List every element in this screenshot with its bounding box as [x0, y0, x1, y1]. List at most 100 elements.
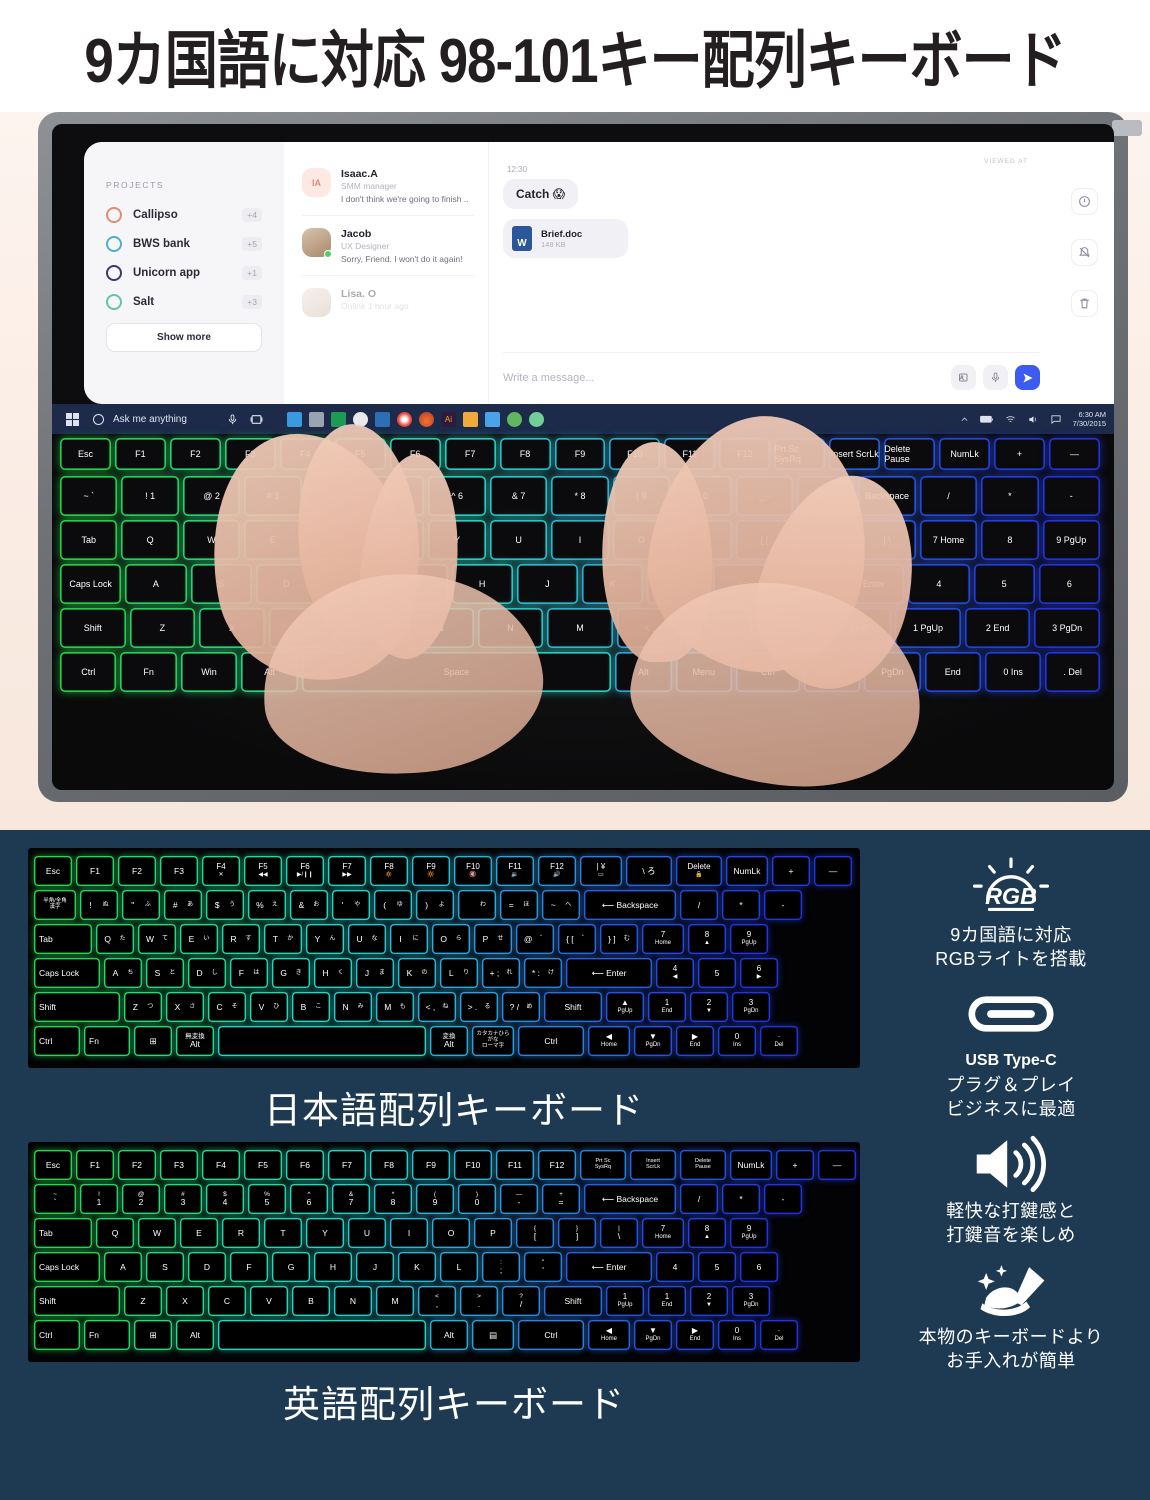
keyboard-key[interactable]: " ふ	[122, 890, 160, 920]
app-icon[interactable]	[308, 411, 324, 427]
keyboard-key[interactable]: ^ 6	[428, 476, 486, 516]
keyboard-key[interactable]: >.	[460, 1286, 498, 1316]
keyboard-key[interactable]: *	[722, 890, 760, 920]
project-item[interactable]: BWS bank +5	[106, 236, 262, 252]
keyboard-key[interactable]: F2	[169, 438, 221, 470]
keyboard-key[interactable]: F4	[202, 1150, 240, 1180]
keyboard-key[interactable]: F7	[444, 438, 496, 470]
keyboard-key[interactable]: _ -	[735, 476, 793, 516]
keyboard-key[interactable]: ▶ End	[676, 1320, 714, 1350]
keyboard-key[interactable]: F12	[538, 1150, 576, 1180]
keyboard-key[interactable]: R	[222, 1218, 260, 1248]
keyboard-key[interactable]: Ctrl	[518, 1320, 584, 1350]
keyboard-key[interactable]: H	[314, 1252, 352, 1282]
keyboard-key[interactable]: Pせ	[474, 924, 512, 954]
keyboard-key[interactable]: Fは	[230, 958, 268, 988]
microphone-icon[interactable]	[983, 365, 1008, 390]
keyboard-key[interactable]: Hく	[314, 958, 352, 988]
keyboard-key[interactable]: I	[390, 1218, 428, 1248]
keyboard-key[interactable]: } ]	[796, 520, 855, 560]
keyboard-key[interactable]: Tab	[34, 1218, 92, 1248]
keyboard-key[interactable]: :;	[482, 1252, 520, 1282]
app-icon[interactable]	[374, 411, 390, 427]
keyboard-key[interactable]: {[	[516, 1218, 554, 1248]
keyboard-key[interactable]: 0 Ins	[718, 1026, 756, 1056]
keyboard-key[interactable]: V	[250, 1286, 288, 1316]
keyboard-key[interactable]: F9 🔆	[412, 856, 450, 886]
keyboard-key[interactable]: F8 🔅	[370, 856, 408, 886]
keyboard-key[interactable]: G	[386, 564, 448, 604]
keyboard-key[interactable]: 9 PgUp	[730, 1218, 768, 1248]
keyboard-key[interactable]: ⟵ Enter	[566, 1252, 652, 1282]
keyboard-key[interactable]: カタカナひらがな ローマ字	[472, 1026, 514, 1056]
keyboard-key[interactable]: * 8	[374, 1184, 412, 1214]
keyboard-key[interactable]: ^ 6	[290, 1184, 328, 1214]
keyboard-key[interactable]: 2 ▼	[690, 1286, 728, 1316]
keyboard-key[interactable]: W	[138, 1218, 176, 1248]
taskbar-search-input[interactable]: Ask me anything	[113, 414, 187, 425]
keyboard-key[interactable]: Alt	[176, 1320, 214, 1350]
keyboard-key[interactable]: X	[166, 1286, 204, 1316]
keyboard-key[interactable]: C	[208, 1286, 246, 1316]
keyboard-key[interactable]: F10	[609, 438, 661, 470]
keyboard-key[interactable]: Space	[301, 652, 612, 692]
app-icon[interactable]	[484, 411, 500, 427]
keyboard-key[interactable]	[218, 1026, 426, 1056]
keyboard-key[interactable]: Delete 🔒	[676, 856, 722, 886]
task-view-icon[interactable]	[250, 413, 263, 426]
keyboard-key[interactable]: @2	[122, 1184, 160, 1214]
keyboard-key[interactable]: 0 Ins	[718, 1320, 756, 1350]
volume-icon[interactable]	[1027, 414, 1039, 425]
keyboard-key[interactable]: Ctrl	[735, 652, 800, 692]
keyboard-key[interactable]: A	[125, 564, 187, 604]
keyboard-key[interactable]: R	[305, 520, 364, 560]
keyboard-key[interactable]: Shift	[825, 608, 892, 648]
keyboard-key[interactable]: Bこ	[292, 992, 330, 1022]
keyboard-key[interactable]: 無変換 Alt	[176, 1026, 214, 1056]
keyboard-key[interactable]: 6	[740, 1252, 778, 1282]
keyboard-key[interactable]: E	[244, 520, 302, 560]
keyboard-key[interactable]: > .	[686, 608, 752, 648]
keyboard-key[interactable]: ▤	[472, 1320, 514, 1350]
keyboard-key[interactable]: F3	[160, 1150, 198, 1180]
keyboard-key[interactable]: Gき	[272, 958, 310, 988]
keyboard-key[interactable]: · Del	[760, 1026, 798, 1056]
keyboard-key[interactable]: B	[408, 608, 474, 648]
keyboard-key[interactable]: T	[264, 1218, 302, 1248]
keyboard-key[interactable]: Q	[96, 1218, 134, 1248]
keyboard-key[interactable]: NumLk	[730, 1150, 772, 1180]
keyboard-key[interactable]: U	[489, 520, 548, 560]
keyboard-key[interactable]: F5	[334, 438, 386, 470]
chevron-up-icon[interactable]	[960, 415, 969, 424]
keyboard-key[interactable]: ~ `	[34, 1184, 76, 1214]
keyboard-key[interactable]: * 8	[551, 476, 609, 516]
keyboard-key[interactable]: Shift	[544, 992, 602, 1022]
keyboard-key[interactable]: F1	[76, 1150, 114, 1180]
keyboard-key[interactable]: F3	[224, 438, 276, 470]
mute-notifications-icon[interactable]	[1071, 239, 1098, 266]
keyboard-key[interactable]: Alt	[430, 1320, 468, 1350]
keyboard-key[interactable]: \ ろ	[626, 856, 672, 886]
keyboard-key[interactable]: F5 ◀◀	[244, 856, 282, 886]
keyboard-key[interactable]: 2 ▼	[690, 992, 728, 1022]
keyboard-key[interactable]: -	[764, 1184, 802, 1214]
keyboard-key[interactable]: 変換 Alt	[430, 1026, 468, 1056]
keyboard-key[interactable]: D	[255, 564, 317, 604]
keyboard-key[interactable]: Delete Pause	[680, 1150, 726, 1180]
keyboard-key[interactable]: N	[334, 1286, 372, 1316]
keyboard-key[interactable]: # あ	[164, 890, 202, 920]
keyboard-key[interactable]: ⊞	[134, 1026, 172, 1056]
keyboard-key[interactable]: | ¥ ▭	[580, 856, 622, 886]
app-icon[interactable]	[396, 411, 412, 427]
keyboard-key[interactable]: V	[338, 608, 404, 648]
keyboard-key[interactable]: N	[477, 608, 544, 648]
keyboard-key[interactable]: 4	[656, 1252, 694, 1282]
keyboard-key[interactable]: F2	[118, 856, 156, 886]
app-icon[interactable]	[330, 411, 346, 427]
keyboard-key[interactable]: W	[182, 520, 241, 560]
keyboard-key[interactable]: Kの	[398, 958, 436, 988]
keyboard-key[interactable]: ? / め	[502, 992, 540, 1022]
keyboard-key[interactable]: Insert ScrLk	[829, 438, 881, 470]
keyboard-key[interactable]: $ う	[206, 890, 244, 920]
keyboard-key[interactable]: Ctrl	[34, 1320, 80, 1350]
